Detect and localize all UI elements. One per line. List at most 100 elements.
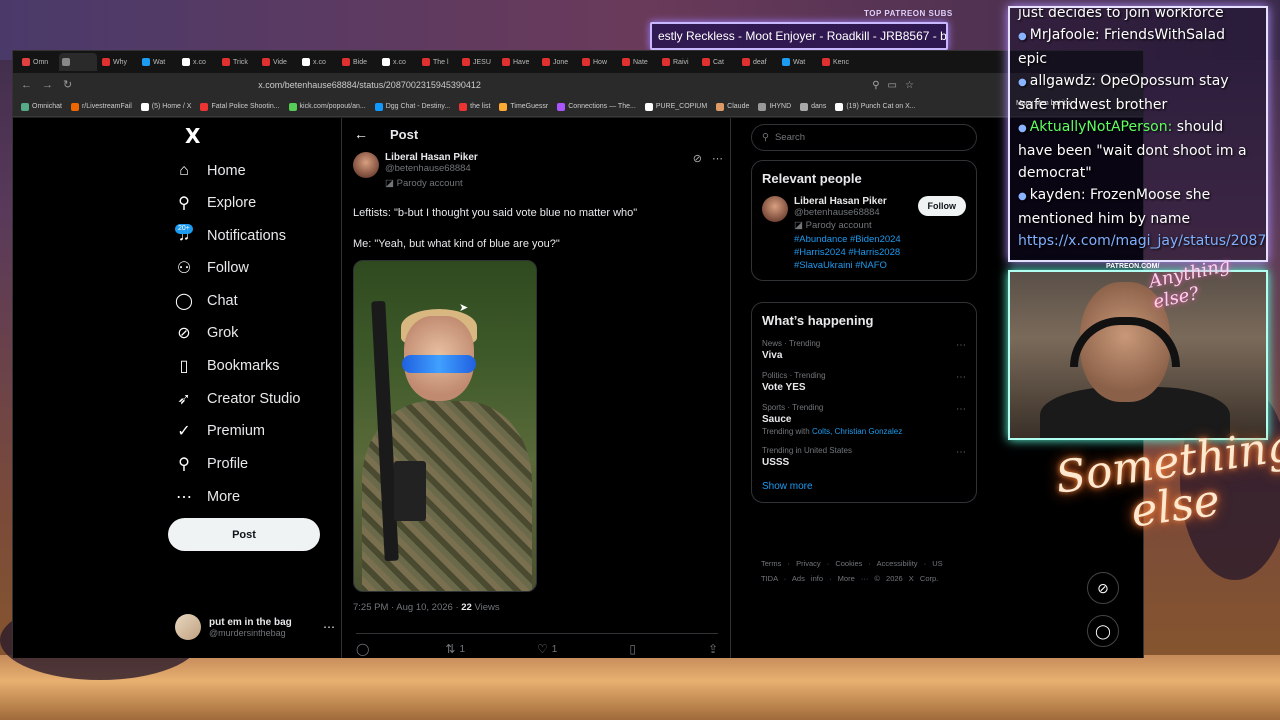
trend-item[interactable]: News · Trending Viva ⋯ [752,334,976,366]
bookmark-item[interactable]: Omnichat [21,102,62,111]
mask-icon: ◪ [385,178,394,189]
show-more-link[interactable]: Show more [752,473,976,502]
browser-tab[interactable]: How [579,53,617,71]
nav-item-grok[interactable]: ⊘ Grok [175,318,238,348]
browser-tab[interactable]: Have [499,53,537,71]
browser-tab[interactable]: Wat [139,53,177,71]
follow-button[interactable]: Follow [917,196,966,216]
bookmark-item[interactable]: PURE_COPIUM [644,102,707,111]
bookmark-item[interactable]: the list [459,102,490,111]
browser-tab[interactable]: Bide [339,53,377,71]
account-switcher[interactable]: put em in the bag @murdersinthebag ⋯ [175,612,335,642]
nav-item-premium[interactable]: ✓ Premium [175,416,265,446]
nav-item-profile[interactable]: ⚲ Profile [175,449,248,479]
bookmark-item[interactable]: Connections — The... [557,102,636,111]
person-handle[interactable]: @betenhause68884 [794,207,934,218]
browser-tab[interactable]: Omn [19,53,57,71]
grok-float-icon[interactable]: ⊘ [1087,572,1119,604]
share-button[interactable]: ⇪ [708,642,718,656]
trend-item[interactable]: Politics · Trending Vote YES ⋯ [752,366,976,398]
nav-item-home[interactable]: ⌂ Home [175,156,246,186]
more-icon[interactable]: ⋯ [956,447,966,458]
footer-links[interactable]: Terms · Privacy · Cookies · Accessibilit… [761,556,961,586]
more-icon[interactable]: ⋯ [956,372,966,383]
author-avatar[interactable] [353,152,379,178]
tab-bar: Omn Why Wat x.co Trick Vide x.co Bide x.co The lJ… [13,51,1143,73]
browser-tab[interactable] [59,53,97,71]
browser-tab[interactable]: x.co [299,53,337,71]
bookmark-button[interactable]: ▯ [629,642,636,656]
browser-tab[interactable]: Kenc [819,53,857,71]
repost-button[interactable]: ⇅ 1 [445,642,465,656]
post-button[interactable]: Post [168,518,320,551]
browser-tab[interactable]: Raivi [659,53,697,71]
favicon-icon [502,58,510,66]
browser-tab[interactable]: JESU [459,53,497,71]
nav-item-creator-studio[interactable]: ➶ Creator Studio [175,384,300,414]
tweet-image[interactable] [353,260,537,592]
back-icon[interactable]: ← [21,79,32,91]
browser-tab[interactable]: Nate [619,53,657,71]
browser-tab[interactable]: Trick [219,53,257,71]
bookmark-item[interactable]: Claude [716,102,749,111]
browser-tab[interactable]: The l [419,53,457,71]
nav-item-follow[interactable]: ⚇ Follow [175,253,249,283]
more-icon[interactable]: ⋯ [712,152,723,165]
chat-badge-icon: ● [1018,77,1027,88]
chat-message: just decides to join workforce [1018,6,1224,21]
browser-tab[interactable]: Wat [779,53,817,71]
favicon-icon [70,102,79,111]
nav-item-chat[interactable]: ◯ Chat [175,286,238,316]
browser-tab[interactable]: deaf [739,53,777,71]
more-icon[interactable]: ⋯ [956,340,966,351]
bookmark-item[interactable]: r/LivestreamFail [70,102,132,111]
bookmark-item[interactable]: (5) Home / X [140,102,191,111]
back-arrow-icon[interactable]: ← [354,126,368,142]
zoom-icon[interactable]: ⚲ [872,80,879,91]
browser-tab[interactable]: Cat [699,53,737,71]
grok-icon[interactable]: ⊘ [693,152,702,165]
trend-item[interactable]: Trending in United States USSS ⋯ [752,441,976,473]
favicon-icon [288,102,297,111]
favicon-icon [382,58,390,66]
nav-item-bookmarks[interactable]: ▯ Bookmarks [175,351,280,381]
person-bio-hashtags[interactable]: #Abundance #Biden2024 #Harris2024 #Harri… [794,233,934,272]
browser-tab[interactable]: Vide [259,53,297,71]
search-input[interactable]: ⚲ Search [751,124,977,151]
reload-icon[interactable]: ↻ [63,79,72,91]
browser-tab[interactable]: Jone [539,53,577,71]
like-button[interactable]: ♡ 1 [537,642,557,656]
x-logo-icon[interactable]: X [185,124,200,148]
favicon-icon [758,102,767,111]
bookmark-item[interactable]: dans [800,102,826,111]
bookmark-item[interactable]: Dgg Chat - Destiny... [374,102,450,111]
bookmark-item[interactable]: IHYND [758,102,791,111]
favicon-icon [262,58,270,66]
bookmark-item[interactable]: kick.com/popout/an... [288,102,366,111]
browser-tab[interactable]: x.co [179,53,217,71]
nav-item-notifications[interactable]: ♫ 20+ Notifications [175,221,286,251]
trend-item[interactable]: Sports · Trending Sauce Trending with Colt… [752,398,976,441]
more-icon[interactable]: ⋯ [323,620,335,634]
person-name[interactable]: Liberal Hasan Piker [794,196,934,207]
image-blue-glasses [402,355,476,373]
author-name[interactable]: Liberal Hasan Piker [385,152,478,163]
more-icon[interactable]: ⋯ [956,404,966,415]
reply-button[interactable]: ◯ [356,642,373,656]
bookmark-item[interactable]: (19) Punch Cat on X... [835,102,916,111]
bookmark-item[interactable]: Fatal Police Shootin... [200,102,280,111]
nav-item-more[interactable]: ⋯ More [175,482,240,512]
browser-tab[interactable]: x.co [379,53,417,71]
person-avatar[interactable] [762,196,788,222]
cast-icon[interactable]: ▭ [888,80,897,91]
favicon-icon [462,58,470,66]
star-icon[interactable]: ☆ [905,80,914,91]
tweet-text: Leftists: "b-but I thought you said vote… [353,206,713,251]
messages-float-icon[interactable]: ◯ [1087,615,1119,647]
browser-tab[interactable]: Why [99,53,137,71]
bookmark-item[interactable]: TimeGuessr [499,102,548,111]
nav-item-explore[interactable]: ⚲ Explore [175,188,256,218]
forward-icon[interactable]: → [42,79,53,91]
author-handle[interactable]: @betenhause68884 [385,163,478,174]
url-field[interactable]: x.com/betenhause68884/status/20870023159… [252,76,862,94]
